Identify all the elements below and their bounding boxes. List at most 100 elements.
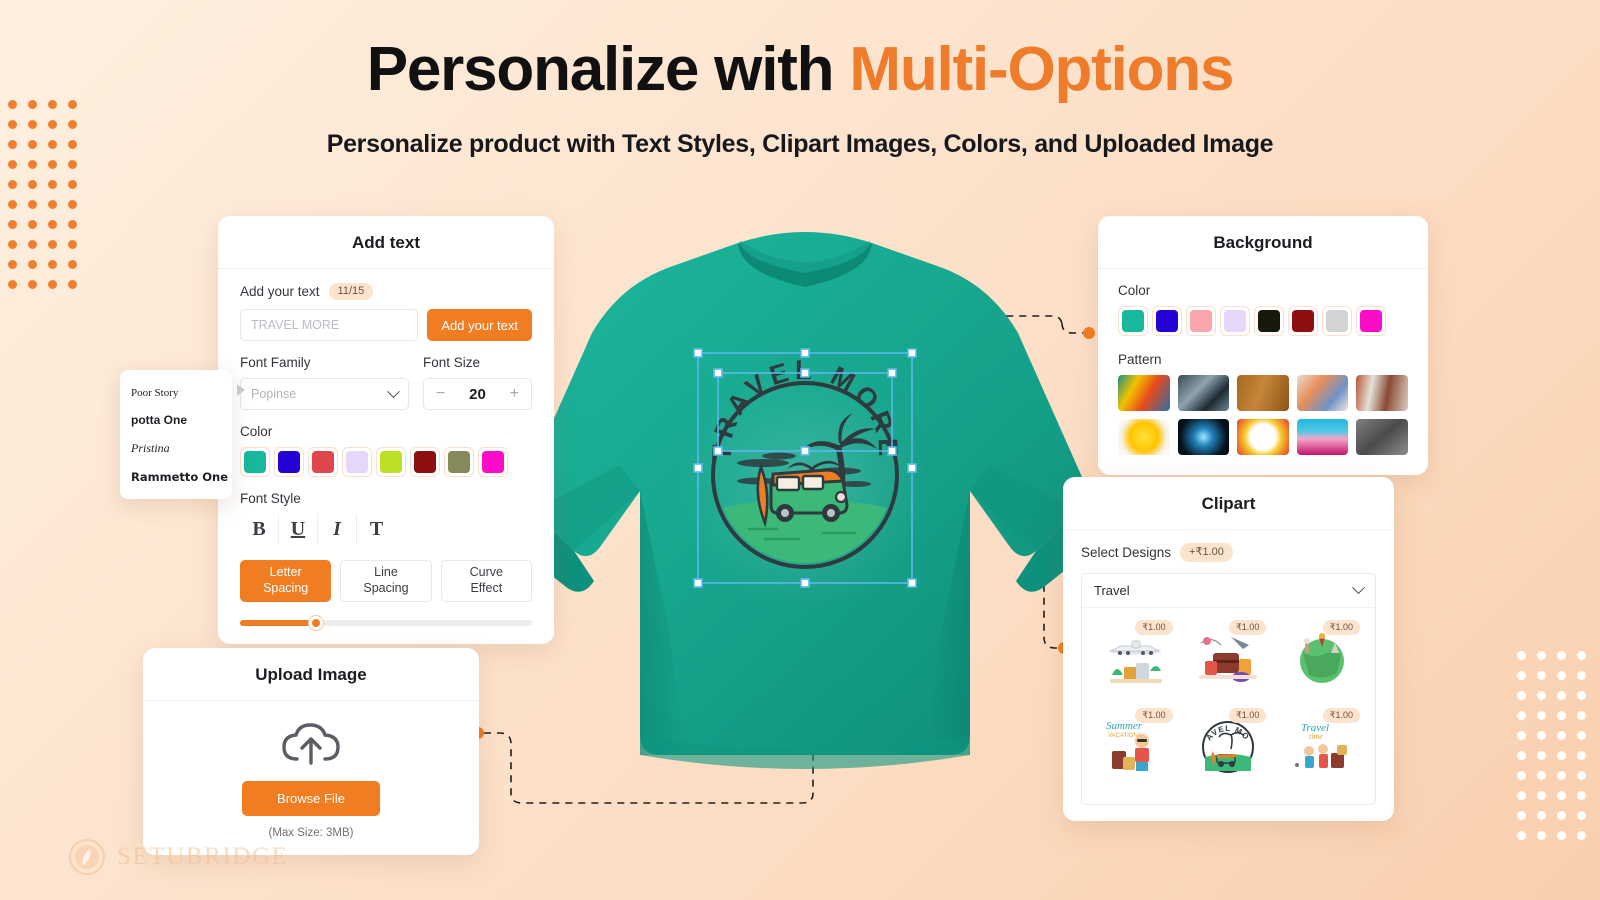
text-color-swatch-3[interactable] — [342, 447, 372, 477]
background-color-label: Color — [1118, 283, 1151, 298]
text-color-swatch-7[interactable] — [478, 447, 508, 477]
decorative-dot — [28, 260, 37, 269]
clipart-thumbnail: Travel time — [1289, 715, 1355, 782]
text-color-swatch-0[interactable] — [240, 447, 270, 477]
color-chip — [1190, 310, 1212, 332]
spacing-tab-1[interactable]: Line Spacing — [340, 560, 432, 602]
decorative-dot — [1537, 771, 1546, 780]
decorative-dot — [28, 240, 37, 249]
travel-time-clipart[interactable]: ₹1.00 Travel time — [1277, 706, 1367, 790]
font-option-rammetto-one[interactable]: Rammetto One — [120, 463, 232, 491]
globe-landmarks-clipart[interactable]: ₹1.00 — [1277, 618, 1367, 702]
decorative-dot — [68, 240, 77, 249]
decorative-dot — [1577, 751, 1586, 760]
decorative-dot — [48, 180, 57, 189]
decorative-dot — [8, 220, 17, 229]
font-size-stepper[interactable]: − 20 + — [422, 378, 532, 410]
pattern-halftone-pink[interactable] — [1296, 419, 1349, 455]
pattern-floral-watercolor[interactable] — [1296, 375, 1349, 411]
decorative-dot — [28, 220, 37, 229]
text-transform-icon[interactable]: T — [357, 514, 396, 544]
clipart-category-value: Travel — [1094, 583, 1130, 598]
character-counter-badge: 11/15 — [328, 283, 374, 300]
browse-file-button[interactable]: Browse File — [242, 781, 380, 816]
clipart-item-price: ₹1.00 — [1229, 620, 1267, 635]
font-size-decrement-icon[interactable]: − — [436, 386, 445, 402]
font-family-dropdown-list[interactable]: Poor Story potta One Pristina Rammetto O… — [120, 370, 245, 499]
background-color-swatch-4[interactable] — [1254, 306, 1284, 336]
add-your-text-button[interactable]: Add your text — [427, 309, 532, 341]
pattern-grey-concrete[interactable] — [1356, 419, 1408, 455]
background-color-swatch-0[interactable] — [1118, 306, 1148, 336]
background-color-swatch-6[interactable] — [1322, 306, 1352, 336]
clipart-item-grid: ₹1.00 ₹1.00 ₹1.00 ₹1.00 Summer VACATIONS ₹1.00… — [1082, 608, 1375, 804]
pattern-wood-grain[interactable] — [1237, 375, 1289, 411]
decorative-dot — [1557, 731, 1566, 740]
spacing-tab-0[interactable]: Letter Spacing — [240, 560, 332, 602]
text-color-swatch-4[interactable] — [376, 447, 406, 477]
text-color-swatch-2[interactable] — [308, 447, 338, 477]
clipart-thumbnail — [1195, 627, 1261, 694]
chevron-down-icon — [387, 384, 400, 398]
decorative-dot — [8, 280, 17, 289]
travel-more-badge-clipart[interactable]: ₹1.00TRAVEL MORE — [1184, 706, 1274, 790]
decorative-dot — [1557, 771, 1566, 780]
text-input[interactable]: TRAVEL MORE — [240, 309, 419, 341]
color-chip — [1326, 310, 1348, 332]
font-option-poor-story[interactable]: Poor Story — [120, 380, 232, 406]
product-preview-sweatshirt[interactable]: TRAVEL MORE — [470, 215, 1140, 815]
upload-image-panel: Upload Image Browse File (Max Size: 3MB) — [143, 648, 479, 855]
chevron-down-icon — [1352, 581, 1365, 595]
background-color-swatch-1[interactable] — [1152, 306, 1182, 336]
font-option-potta-one[interactable]: potta One — [120, 406, 232, 434]
airplane-luggage-clipart[interactable]: ₹1.00 — [1090, 618, 1180, 702]
decorative-dot — [1557, 671, 1566, 680]
suitcase-travel-clipart[interactable]: ₹1.00 — [1184, 618, 1274, 702]
font-option-pristina[interactable]: Pristina — [120, 434, 232, 463]
upload-image-panel-title: Upload Image — [143, 648, 479, 701]
spacing-tab-2[interactable]: Curve Effect — [440, 560, 532, 602]
spacing-slider[interactable] — [240, 616, 532, 630]
decorative-dot — [1577, 651, 1586, 660]
decorative-dot-grid-right — [1517, 651, 1586, 840]
decorative-dot — [8, 180, 17, 189]
background-color-swatch-7[interactable] — [1356, 306, 1386, 336]
pattern-comic-explosion[interactable] — [1237, 419, 1289, 455]
summer-vacations-clipart[interactable]: ₹1.00 Summer VACATIONS — [1090, 706, 1180, 790]
text-color-swatch-1[interactable] — [274, 447, 304, 477]
decorative-dot — [1537, 671, 1546, 680]
background-pattern-grid — [1118, 375, 1408, 455]
underline-icon[interactable]: U — [279, 514, 318, 544]
pattern-abstract-paint[interactable] — [1118, 375, 1170, 411]
background-color-swatch-2[interactable] — [1186, 306, 1216, 336]
text-color-swatch-6[interactable] — [444, 447, 474, 477]
decorative-dot — [28, 200, 37, 209]
pattern-yellow-burst[interactable] — [1118, 419, 1170, 455]
pattern-blue-arc-reactor[interactable] — [1177, 419, 1230, 455]
decorative-dot — [1517, 751, 1526, 760]
spacing-slider-knob[interactable] — [308, 616, 323, 630]
clipart-category-select[interactable]: Travel — [1082, 574, 1375, 608]
color-chip — [1292, 310, 1314, 332]
decorative-dot-grid-left — [8, 100, 77, 289]
pattern-brick-mosaic[interactable] — [1356, 375, 1408, 411]
decorative-dot — [1537, 751, 1546, 760]
decorative-dot — [8, 260, 17, 269]
decorative-dot — [1557, 751, 1566, 760]
clipart-panel-title: Clipart — [1063, 477, 1394, 530]
clipart-item-price: ₹1.00 — [1229, 708, 1267, 723]
font-size-increment-icon[interactable]: + — [510, 386, 519, 402]
italic-icon[interactable]: I — [318, 514, 357, 544]
cloud-upload-icon — [282, 723, 340, 765]
font-family-select[interactable]: Popinse — [240, 378, 409, 410]
pattern-ice-crack[interactable] — [1177, 375, 1230, 411]
decorative-dot — [28, 280, 37, 289]
text-color-swatch-5[interactable] — [410, 447, 440, 477]
decorative-dot — [1557, 811, 1566, 820]
background-color-swatch-3[interactable] — [1220, 306, 1250, 336]
tab-label: Letter Spacing — [263, 565, 309, 595]
decorative-dot — [1537, 791, 1546, 800]
background-color-swatch-5[interactable] — [1288, 306, 1318, 336]
font-family-value: Popinse — [251, 387, 297, 401]
bold-icon[interactable]: B — [240, 514, 279, 544]
